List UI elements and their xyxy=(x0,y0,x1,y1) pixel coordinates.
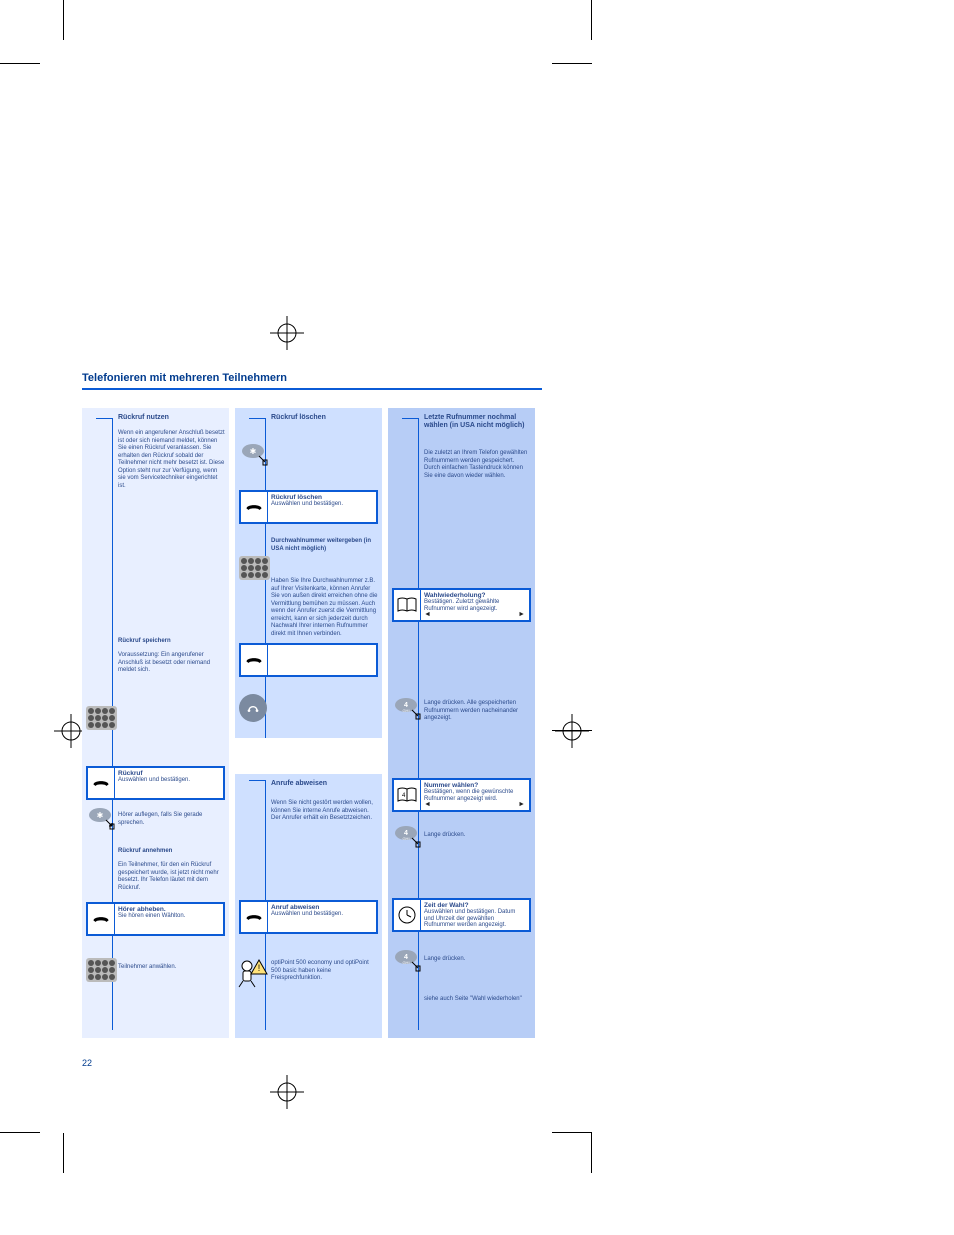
crop-mark xyxy=(552,63,592,64)
crop-mark xyxy=(591,1133,592,1173)
svg-text:GHI: GHI xyxy=(402,960,409,965)
action-body: Auswählen und bestätigen. xyxy=(271,501,343,507)
col1-sub1-body: Voraussetzung: Ein angerufener Anschluß … xyxy=(118,652,225,675)
action-text xyxy=(268,645,376,675)
crop-mark xyxy=(0,1132,40,1133)
svg-text:GHI: GHI xyxy=(402,708,409,713)
col2-bodyC: Wenn Sie nicht gestört werden wollen, kö… xyxy=(271,800,378,823)
col1-sub1: Rückruf speichern xyxy=(118,638,225,646)
press-key-icon: ✱ xyxy=(88,808,118,835)
col2-bodyB: Haben Sie Ihre Durchwahlnummer z.B. auf … xyxy=(271,578,378,638)
action-box: Rückruf Auswählen und bestätigen. xyxy=(86,766,225,800)
col1-note2: Teilnehmer anwählen. xyxy=(118,964,225,972)
action-title: Nummer wählen? xyxy=(424,782,526,789)
column-1: Rückruf nutzen Wenn ein angerufener Ansc… xyxy=(82,408,229,1038)
registration-mark-icon xyxy=(270,316,304,350)
col3-tail: siehe auch Seite "Wahl wiederholen" xyxy=(424,996,531,1004)
press-key-4-icon: 4GHI xyxy=(394,950,424,977)
keypad-icon xyxy=(239,556,270,580)
action-text: Anruf abweisen Auswählen und bestätigen. xyxy=(268,902,376,932)
action-title: Rückruf xyxy=(118,770,220,777)
action-text: Rückruf löschen Auswählen und bestätigen… xyxy=(268,492,376,522)
flow-tick xyxy=(249,780,265,781)
action-title: Wahlwiederholung? xyxy=(424,592,526,599)
action-box: Zeit der Wahl? Auswählen und bestätigen.… xyxy=(392,898,531,932)
column-gap xyxy=(235,738,382,774)
crop-mark xyxy=(63,1133,64,1173)
action-text: Hörer abheben. Sie hören einen Wählton. xyxy=(115,904,223,934)
col2-headerB: Durchwahlnummer weitergeben (in USA nich… xyxy=(271,538,378,553)
book-numbered-icon: 4 xyxy=(394,780,421,810)
action-box: Rückruf löschen Auswählen und bestätigen… xyxy=(239,490,378,524)
flow-tick xyxy=(402,418,418,419)
action-title: Rückruf löschen xyxy=(271,494,373,501)
col1-sub2-body: Ein Teilnehmer, für den ein Rückruf gesp… xyxy=(118,862,225,892)
action-box: Hörer abheben. Sie hören einen Wählton. xyxy=(86,902,225,936)
action-box xyxy=(239,643,378,677)
column-2: Rückruf löschen ✱ Rückruf löschen Auswäh… xyxy=(235,408,382,1038)
book-icon xyxy=(394,590,421,620)
col1-intro: Wenn ein angerufener Anschluß besetzt is… xyxy=(118,430,225,490)
crop-mark xyxy=(63,0,64,40)
action-body: Bestätigen. Zuletzt gewählte Rufnummer w… xyxy=(424,599,499,612)
action-body: Auswählen und bestätigen. Datum und Uhrz… xyxy=(424,909,515,928)
col3-header: Letzte Rufnummer nochmal wählen (in USA … xyxy=(424,414,531,430)
action-text: Zeit der Wahl? Auswählen und bestätigen.… xyxy=(421,900,529,930)
scroll-arrows-icon: ◄► xyxy=(424,611,525,618)
flow-tick xyxy=(96,418,112,419)
svg-text:!: ! xyxy=(258,963,261,973)
document-body: Telefonieren mit mehreren Teilnehmern Rü… xyxy=(82,372,542,1052)
crop-mark xyxy=(552,1132,592,1133)
handset-icon xyxy=(88,768,115,798)
registration-mark-icon xyxy=(555,714,589,748)
dial-disc-icon xyxy=(239,694,267,722)
action-body: Auswählen und bestätigen. xyxy=(118,777,190,783)
manual-page: Telefonieren mit mehreren Teilnehmern Rü… xyxy=(0,0,954,1235)
keypad-icon xyxy=(86,706,117,730)
crop-mark xyxy=(591,0,592,40)
page-number: 22 xyxy=(82,1058,92,1068)
action-text: Rückruf Auswählen und bestätigen. xyxy=(115,768,223,798)
action-title: Hörer abheben. xyxy=(118,906,220,913)
action-box: Anruf abweisen Auswählen und bestätigen. xyxy=(239,900,378,934)
press-key-4-icon: 4GHI xyxy=(394,698,424,725)
action-body: Bestätigen, wenn die gewünschte Rufnumme… xyxy=(424,789,513,802)
svg-text:✱: ✱ xyxy=(250,447,257,456)
col1-note1: Hörer auflegen, falls Sie gerade spreche… xyxy=(118,812,225,827)
registration-mark-icon xyxy=(270,1075,304,1109)
action-body: Sie hören einen Wählton. xyxy=(118,913,185,919)
column-3: Letzte Rufnummer nochmal wählen (in USA … xyxy=(388,408,535,1038)
col1-header: Rückruf nutzen xyxy=(118,414,225,422)
crop-mark xyxy=(0,63,40,64)
press-key-4-icon: 4GHI xyxy=(394,826,424,853)
action-box: 4 Nummer wählen? Bestätigen, wenn die ge… xyxy=(392,778,531,812)
robot-warning-icon: ! xyxy=(237,956,271,995)
handset-icon xyxy=(88,904,115,934)
clock-icon xyxy=(394,900,421,930)
col3-noteC: Lange drücken. xyxy=(424,956,531,964)
scroll-arrows-icon: ◄► xyxy=(424,801,525,808)
col3-intro: Die zuletzt an Ihrem Telefon gewählten R… xyxy=(424,450,531,480)
action-body: Auswählen und bestätigen. xyxy=(271,911,343,917)
col3-noteB: Lange drücken. xyxy=(424,832,531,840)
action-box: Wahlwiederholung? Bestätigen. Zuletzt ge… xyxy=(392,588,531,622)
columns: Rückruf nutzen Wenn ein angerufener Ansc… xyxy=(82,408,542,1038)
col2-warn: optiPoint 500 economy und optiPoint 500 … xyxy=(271,960,378,983)
page-title: Telefonieren mit mehreren Teilnehmern xyxy=(82,372,542,384)
title-rule xyxy=(82,388,542,390)
col2-headerA: Rückruf löschen xyxy=(271,414,378,422)
action-title: Zeit der Wahl? xyxy=(424,902,526,909)
col2-headerC: Anrufe abweisen xyxy=(271,780,378,788)
svg-text:GHI: GHI xyxy=(402,836,409,841)
col1-sub2: Rückruf annehmen xyxy=(118,848,225,856)
press-key-icon: ✱ xyxy=(241,444,271,471)
action-title: Anruf abweisen xyxy=(271,904,373,911)
handset-icon xyxy=(241,492,268,522)
flow-tick xyxy=(249,418,265,419)
svg-text:✱: ✱ xyxy=(97,811,104,820)
handset-icon xyxy=(241,902,268,932)
handset-icon xyxy=(241,645,268,675)
keypad-icon xyxy=(86,958,117,982)
col3-noteA: Lange drücken. Alle gespeicherten Rufnum… xyxy=(424,700,531,723)
